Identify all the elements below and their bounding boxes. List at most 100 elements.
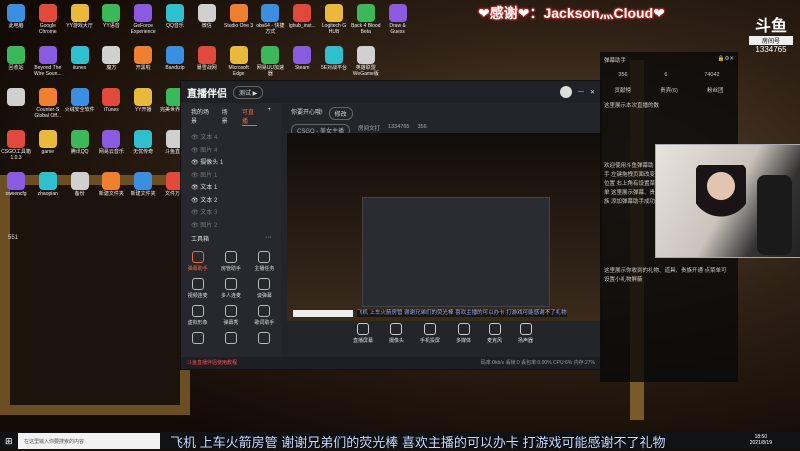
desktop-icon[interactable]: 英雄联盟 WeGame版 bbox=[350, 44, 382, 77]
desktop-icon[interactable]: 无忧传奇 bbox=[127, 128, 159, 155]
edit-title-button[interactable]: 修改 bbox=[328, 107, 353, 120]
app-icon bbox=[134, 4, 153, 22]
desktop-icon[interactable]: Google Chrome bbox=[32, 2, 64, 35]
desktop-icon[interactable]: Microsoft Edge bbox=[223, 44, 255, 77]
desktop-icon[interactable]: sweencfg bbox=[0, 170, 32, 197]
tool-button[interactable]: 弹幕助手 bbox=[181, 251, 214, 272]
taskbar-search-input[interactable]: 在这里输入你要搜索的内容 bbox=[18, 433, 160, 449]
tool-button[interactable]: 视频连麦 bbox=[181, 278, 214, 299]
desktop-icon-label: 微信 bbox=[201, 23, 212, 29]
desktop-icon[interactable]: 5E对战平台 bbox=[318, 44, 350, 71]
desktop-icon[interactable]: YY开播 bbox=[127, 86, 159, 113]
tab-vip[interactable]: 贵宾(6) bbox=[660, 86, 678, 94]
layer-name: 文本 3 bbox=[200, 210, 218, 216]
desktop-icon[interactable]: 暴雪战网 bbox=[191, 44, 223, 71]
windows-start-icon[interactable]: ⊞ bbox=[5, 436, 13, 447]
layer-item[interactable]: 👁 图片 1 bbox=[181, 168, 281, 181]
eye-icon[interactable]: 👁 bbox=[191, 135, 199, 141]
desktop-icon[interactable]: iTunes bbox=[95, 86, 127, 113]
eye-icon[interactable]: 👁 bbox=[191, 185, 199, 191]
eye-icon[interactable]: 👁 bbox=[191, 223, 199, 229]
tab-live[interactable]: 可直播 bbox=[241, 107, 258, 126]
tool-button[interactable] bbox=[181, 332, 214, 346]
desktop-icon[interactable]: itunes bbox=[64, 44, 96, 71]
avatar[interactable] bbox=[559, 86, 572, 98]
tool-button[interactable] bbox=[248, 332, 281, 346]
eye-icon[interactable]: 👁 bbox=[191, 160, 199, 166]
eye-icon[interactable]: 👁 bbox=[191, 173, 199, 179]
desktop-icon[interactable]: Draw & Guess bbox=[382, 2, 414, 35]
add-scene-button[interactable]: + bbox=[267, 107, 271, 126]
layer-item[interactable]: 👁 文本 1 bbox=[181, 180, 281, 193]
source-control-button[interactable]: 摄像头 bbox=[389, 323, 404, 344]
app-icon bbox=[38, 46, 57, 64]
tool-button[interactable] bbox=[214, 332, 247, 346]
tab-contribution[interactable]: 贡献榜 bbox=[615, 86, 632, 94]
source-control-button[interactable]: 手机投屏 bbox=[420, 323, 440, 344]
desktop-icon[interactable]: Studio One 3 bbox=[223, 2, 255, 29]
layer-item[interactable]: 👁 文本 4 bbox=[181, 130, 281, 143]
eye-icon[interactable]: 👁 bbox=[191, 210, 199, 216]
desktop-icon-label: CSGO工具箱 1.0.3 bbox=[1, 149, 31, 161]
desktop-icon[interactable]: Bandizip bbox=[159, 44, 191, 71]
desktop-icon[interactable]: 备份 bbox=[64, 170, 96, 197]
close-icon[interactable]: 🔒⚙✕ bbox=[718, 56, 734, 64]
test-button[interactable]: 测试 ▶ bbox=[233, 85, 264, 99]
desktop-icon[interactable]: Back 4 Blood Beta bbox=[350, 2, 382, 35]
desktop-icon[interactable]: 火绒安全软件 bbox=[64, 86, 96, 113]
source-control-button[interactable]: 多媒体 bbox=[456, 323, 471, 344]
tool-button[interactable]: 歌词助手 bbox=[248, 305, 281, 326]
more-icon[interactable]: ⋯ bbox=[265, 234, 271, 243]
source-control-button[interactable]: 直播屏幕 bbox=[353, 323, 373, 344]
tutorial-link[interactable]: 斗鱼直播伴侣使用教程 bbox=[187, 359, 237, 367]
taskbar-clock[interactable]: 18:50 2021/8/19 bbox=[750, 434, 772, 446]
app-icon bbox=[70, 172, 89, 190]
source-control-button[interactable]: 麦克风 bbox=[487, 323, 502, 344]
clock-date: 2021/8/19 bbox=[749, 440, 772, 446]
desktop-icon[interactable]: 网易云音乐 bbox=[95, 128, 127, 155]
desktop-icon[interactable] bbox=[0, 86, 32, 107]
desktop-icon[interactable]: 此电脑 bbox=[0, 2, 32, 29]
desktop-icon[interactable]: GeForce Experience bbox=[127, 2, 159, 35]
desktop-icon[interactable]: 新建文件夹 bbox=[95, 170, 127, 197]
tab-fans[interactable]: 粉丝团 bbox=[707, 86, 724, 94]
layer-item[interactable]: 👁 摄像头 1 bbox=[181, 155, 281, 168]
desktop-icon[interactable]: obs64 - 快捷方式 bbox=[254, 2, 286, 35]
eye-icon[interactable]: 👁 bbox=[191, 148, 199, 154]
tool-button[interactable]: 房管助手 bbox=[214, 251, 247, 272]
layer-item[interactable]: 👁 文本 2 bbox=[181, 193, 281, 206]
layer-item[interactable]: 👁 文本 3 bbox=[181, 205, 281, 218]
tool-button[interactable]: 虚拟形象 bbox=[181, 305, 214, 326]
desktop-icon[interactable]: lghub_inst... bbox=[286, 2, 318, 29]
desktop-icon[interactable]: 腾讯QQ bbox=[64, 128, 96, 155]
eye-icon[interactable]: 👁 bbox=[191, 198, 199, 204]
desktop-icon[interactable]: 回收站 bbox=[0, 44, 32, 71]
desktop-icon[interactable]: YY语音 bbox=[95, 2, 127, 29]
desktop-icon[interactable]: QQ音乐 bbox=[159, 2, 191, 29]
desktop-icon[interactable]: 开黑啦 bbox=[127, 44, 159, 71]
desktop-icon[interactable]: YY游戏大厅 bbox=[64, 2, 96, 29]
desktop-icon[interactable]: Steam bbox=[286, 44, 318, 71]
tab-my-scenes[interactable]: 我的场景 bbox=[191, 107, 212, 126]
desktop-icon[interactable]: CSGO工具箱 1.0.3 bbox=[0, 128, 32, 161]
desktop-icon[interactable]: zhaopian bbox=[32, 170, 64, 197]
desktop-icon[interactable]: Logitech G HUB bbox=[318, 2, 350, 35]
desktop-icon[interactable]: Beyond The Wire Soun... bbox=[32, 44, 64, 77]
app-icon bbox=[102, 88, 121, 106]
desktop-icon[interactable]: 网易UU加速器 bbox=[254, 44, 286, 77]
tool-button[interactable]: 谈弹幕 bbox=[248, 278, 281, 299]
tab-scenes[interactable]: 场景 bbox=[222, 107, 232, 126]
tool-button[interactable]: 弹幕秀 bbox=[214, 305, 247, 326]
desktop-icon[interactable]: game bbox=[32, 128, 64, 155]
desktop-icon[interactable]: Counter-S Global Off... bbox=[32, 86, 64, 119]
desktop-icon[interactable]: 魔方 bbox=[95, 44, 127, 71]
layer-item[interactable]: 👁 图片 4 bbox=[181, 143, 281, 156]
desktop-icon[interactable]: 新建文件夹 bbox=[127, 170, 159, 197]
minimize-icon[interactable]: — bbox=[578, 89, 584, 95]
desktop-icon[interactable]: 微信 bbox=[191, 2, 223, 29]
layer-item[interactable]: 👁 图片 2 bbox=[181, 218, 281, 231]
close-icon[interactable]: ✕ bbox=[590, 89, 595, 96]
tool-button[interactable]: 多人连麦 bbox=[214, 278, 247, 299]
source-control-button[interactable]: 扬声器 bbox=[518, 323, 533, 344]
tool-button[interactable]: 主播任务 bbox=[248, 251, 281, 272]
